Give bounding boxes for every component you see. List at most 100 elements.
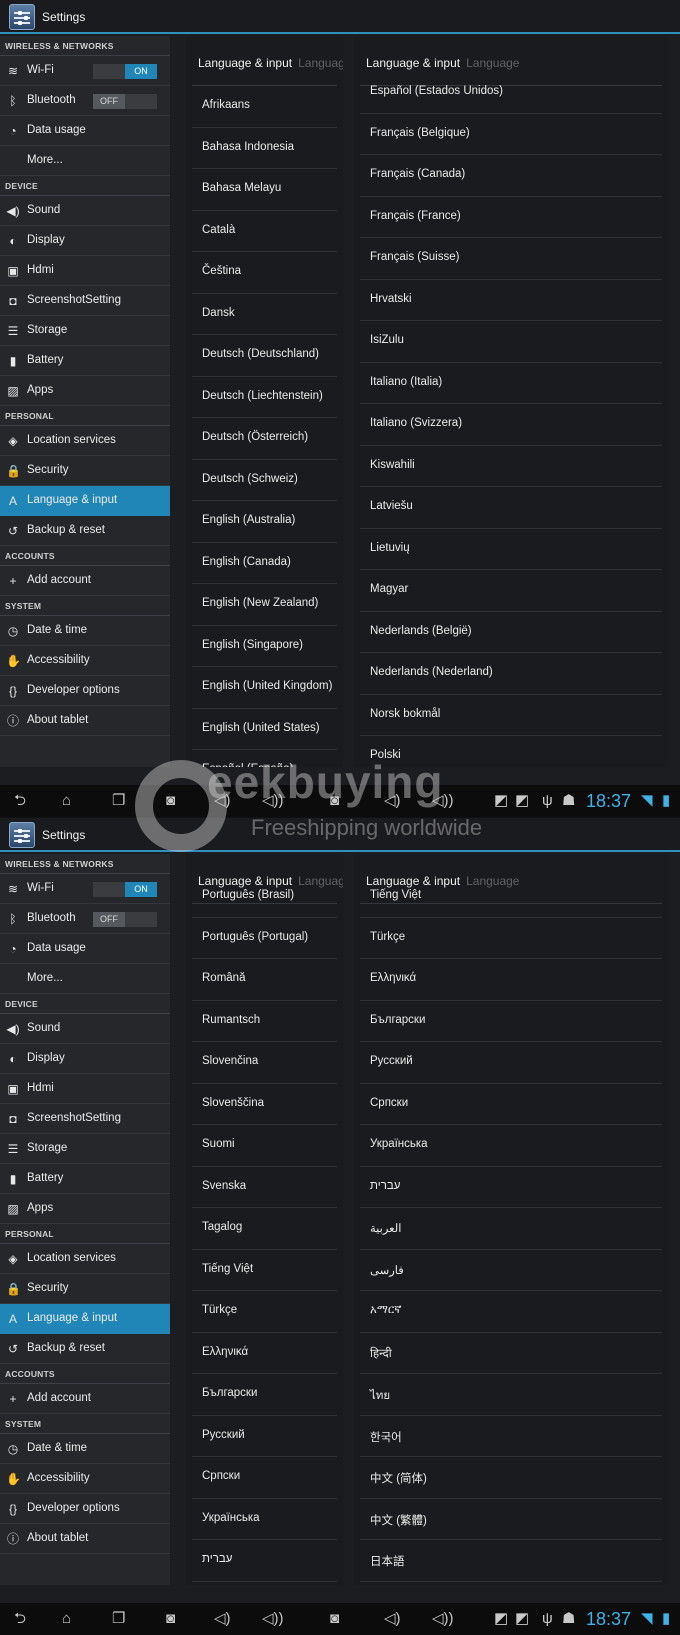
- language-option[interactable]: Српски: [360, 1084, 662, 1125]
- language-option[interactable]: Français (France): [360, 197, 662, 238]
- language-option[interactable]: Italiano (Italia): [360, 363, 662, 404]
- language-option[interactable]: English (New Zealand): [192, 584, 337, 626]
- language-option[interactable]: Tiếng Việt: [192, 1250, 337, 1291]
- language-option[interactable]: Français (Suisse): [360, 238, 662, 280]
- language-option[interactable]: 한국어: [360, 1416, 662, 1457]
- wi-fi-toggle[interactable]: ON: [93, 64, 157, 79]
- language-option[interactable]: English (Canada): [192, 543, 337, 584]
- sidebar-item-display[interactable]: ◐ Display: [0, 1044, 170, 1074]
- sidebar-item-location-services[interactable]: ◈ Location services: [0, 426, 170, 456]
- sidebar-item-backup-reset[interactable]: ↺ Backup & reset: [0, 516, 170, 546]
- language-option[interactable]: עברית: [192, 1540, 337, 1582]
- sidebar-item-accessibility[interactable]: ✋ Accessibility: [0, 1464, 170, 1494]
- volume-down-icon[interactable]: ◁): [214, 1611, 231, 1626]
- language-option[interactable]: አማርኛ: [360, 1291, 662, 1333]
- language-option[interactable]: 中文 (繁體): [360, 1499, 662, 1540]
- volume-up-icon[interactable]: ◁)): [432, 1611, 454, 1626]
- sidebar-item-add-account[interactable]: + Add account: [0, 566, 170, 596]
- screenshot-icon[interactable]: ◙: [330, 793, 339, 808]
- language-list[interactable]: Español (Estados Unidos) Français (Belgiq…: [360, 72, 662, 767]
- language-option[interactable]: Deutsch (Schweiz): [192, 460, 337, 501]
- language-option[interactable]: Svenska: [192, 1167, 337, 1208]
- sidebar-item-security[interactable]: 🔒 Security: [0, 456, 170, 486]
- sidebar-item-about-tablet[interactable]: ⓘ About tablet: [0, 1524, 170, 1554]
- language-option[interactable]: Rumantsch: [192, 1001, 337, 1042]
- language-option[interactable]: Türkçe: [192, 1291, 337, 1333]
- language-option[interactable]: Русский: [192, 1416, 337, 1457]
- sidebar-item-display[interactable]: ◐ Display: [0, 226, 170, 256]
- language-list[interactable]: Tiếng Việt Türkçe Ελληνικά Български Русский…: [360, 876, 662, 1582]
- language-option[interactable]: Bahasa Melayu: [192, 169, 337, 211]
- language-option[interactable]: Deutsch (Liechtenstein): [192, 377, 337, 418]
- language-option[interactable]: Dansk: [192, 294, 337, 335]
- sidebar-item-wi-fi[interactable]: ≋ Wi-Fi ON: [0, 874, 170, 904]
- language-option[interactable]: Slovenčina: [192, 1042, 337, 1084]
- sidebar-item-security[interactable]: 🔒 Security: [0, 1274, 170, 1304]
- sidebar-item-bluetooth[interactable]: ᛒ Bluetooth OFF: [0, 904, 170, 934]
- sidebar-item-screenshotsetting[interactable]: ◘ ScreenshotSetting: [0, 286, 170, 316]
- language-option[interactable]: Magyar: [360, 570, 662, 612]
- sidebar-item-battery[interactable]: ▮ Battery: [0, 346, 170, 376]
- language-option[interactable]: Hrvatski: [360, 280, 662, 321]
- language-option[interactable]: 中文 (简体): [360, 1457, 662, 1499]
- language-option[interactable]: עברית: [360, 1167, 662, 1208]
- language-option[interactable]: Kiswahili: [360, 446, 662, 487]
- home-icon[interactable]: ⌂: [62, 1611, 71, 1626]
- language-option[interactable]: English (United Kingdom): [192, 667, 337, 709]
- sidebar-item-add-account[interactable]: + Add account: [0, 1384, 170, 1414]
- language-list[interactable]: Afrikaans Bahasa Indonesia Bahasa Melayu Ca…: [192, 86, 337, 767]
- language-option[interactable]: Español (Estados Unidos): [360, 72, 662, 114]
- language-option[interactable]: العربية: [360, 1208, 662, 1250]
- language-option[interactable]: English (Singapore): [192, 626, 337, 667]
- language-option[interactable]: Deutsch (Österreich): [192, 418, 337, 460]
- sidebar-item-data-usage[interactable]: ◔ Data usage: [0, 934, 170, 964]
- screenshot-icon[interactable]: ◙: [166, 1611, 175, 1626]
- language-list[interactable]: Português (Brasil) Português (Portugal) Ro…: [192, 876, 337, 1582]
- language-option[interactable]: Српски: [192, 1457, 337, 1499]
- language-option[interactable]: Български: [192, 1374, 337, 1416]
- language-option[interactable]: Українська: [192, 1499, 337, 1540]
- sidebar-item-data-usage[interactable]: ◔ Data usage: [0, 116, 170, 146]
- language-option[interactable]: Čeština: [192, 252, 337, 294]
- sidebar-item-more[interactable]: More...: [0, 964, 170, 994]
- language-option[interactable]: Lietuvių: [360, 529, 662, 570]
- home-icon[interactable]: ⌂: [62, 793, 71, 808]
- bluetooth-toggle[interactable]: OFF: [93, 912, 157, 927]
- language-option[interactable]: Ελληνικά: [192, 1333, 337, 1374]
- language-option[interactable]: IsiZulu: [360, 321, 662, 363]
- volume-down-icon[interactable]: ◁): [384, 1611, 401, 1626]
- language-option[interactable]: English (United States): [192, 709, 337, 750]
- sidebar-item-date-time[interactable]: ◷ Date & time: [0, 616, 170, 646]
- language-option[interactable]: Afrikaans: [192, 86, 337, 128]
- sidebar-item-location-services[interactable]: ◈ Location services: [0, 1244, 170, 1274]
- wi-fi-toggle[interactable]: ON: [93, 882, 157, 897]
- language-option[interactable]: Slovenščina: [192, 1084, 337, 1125]
- language-option[interactable]: Norsk bokmål: [360, 695, 662, 736]
- language-option[interactable]: Français (Belgique): [360, 114, 662, 155]
- settings-app-icon[interactable]: [9, 4, 35, 30]
- language-option[interactable]: Bahasa Indonesia: [192, 128, 337, 169]
- language-option[interactable]: Latviešu: [360, 487, 662, 529]
- volume-up-icon[interactable]: ◁)): [262, 1611, 284, 1626]
- sidebar-item-storage[interactable]: ☰ Storage: [0, 316, 170, 346]
- volume-down-icon[interactable]: ◁): [214, 793, 231, 808]
- language-option[interactable]: Italiano (Svizzera): [360, 404, 662, 446]
- language-option[interactable]: Tiếng Việt: [360, 876, 662, 918]
- sidebar-item-developer-options[interactable]: {} Developer options: [0, 676, 170, 706]
- language-option[interactable]: Polski: [360, 736, 662, 767]
- sidebar-item-hdmi[interactable]: ▣ Hdmi: [0, 256, 170, 286]
- language-option[interactable]: हिन्दी: [360, 1333, 662, 1374]
- sidebar-item-developer-options[interactable]: {} Developer options: [0, 1494, 170, 1524]
- sidebar-item-language-input[interactable]: A Language & input: [0, 486, 170, 516]
- language-option[interactable]: Deutsch (Deutschland): [192, 335, 337, 377]
- sidebar-item-apps[interactable]: ▨ Apps: [0, 1194, 170, 1224]
- sidebar-item-accessibility[interactable]: ✋ Accessibility: [0, 646, 170, 676]
- sidebar-item-sound[interactable]: ◀) Sound: [0, 1014, 170, 1044]
- language-option[interactable]: Suomi: [192, 1125, 337, 1167]
- sidebar-item-battery[interactable]: ▮ Battery: [0, 1164, 170, 1194]
- sidebar-item-backup-reset[interactable]: ↺ Backup & reset: [0, 1334, 170, 1364]
- recent-apps-icon[interactable]: ❐: [112, 793, 125, 808]
- sidebar-item-bluetooth[interactable]: ᛒ Bluetooth OFF: [0, 86, 170, 116]
- sidebar-item-hdmi[interactable]: ▣ Hdmi: [0, 1074, 170, 1104]
- screenshot-icon[interactable]: ◙: [166, 793, 175, 808]
